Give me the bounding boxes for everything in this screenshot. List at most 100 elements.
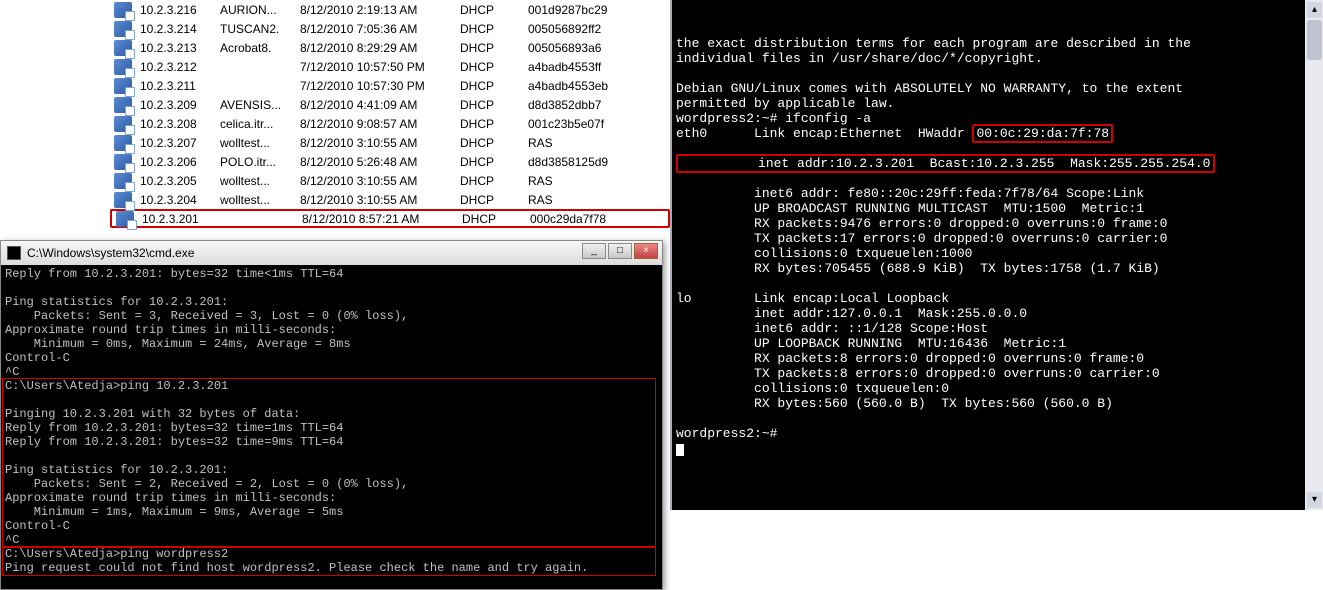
cell-ts: 8/12/2010 5:26:48 AM — [300, 155, 460, 169]
cell-mac: 001c23b5e07f — [528, 117, 648, 131]
terminal-text: the exact distribution terms for each pr… — [676, 36, 1191, 126]
cell-mac: d8d3858125d9 — [528, 155, 648, 169]
cell-ts: 8/12/2010 9:08:57 AM — [300, 117, 460, 131]
eth0-header-line: eth0 Link encap:Ethernet HWaddr 00:0c:29… — [676, 126, 1315, 141]
dhcp-row[interactable]: 10.2.3.207wolltest...8/12/2010 3:10:55 A… — [110, 133, 670, 152]
inet-line: inet addr:10.2.3.201 Bcast:10.2.3.255 Ma… — [676, 156, 1315, 171]
dhcp-row[interactable]: 10.2.3.214TUSCAN2.8/12/2010 7:05:36 AMDH… — [110, 19, 670, 38]
maximize-button[interactable]: □ — [608, 243, 632, 259]
dhcp-row[interactable]: 10.2.3.205wolltest...8/12/2010 3:10:55 A… — [110, 171, 670, 190]
dhcp-leases-list[interactable]: 10.2.3.216AURION...8/12/2010 2:19:13 AMD… — [110, 0, 670, 240]
cell-name: AURION... — [220, 3, 300, 17]
lease-icon — [114, 97, 132, 113]
cell-ts: 7/12/2010 10:57:50 PM — [300, 60, 460, 74]
dhcp-row[interactable]: 10.2.3.204wolltest...8/12/2010 3:10:55 A… — [110, 190, 670, 209]
scroll-down-button[interactable]: ▾ — [1307, 492, 1322, 508]
cell-type: DHCP — [460, 79, 528, 93]
cell-name: TUSCAN2. — [220, 22, 300, 36]
cell-ts: 8/12/2010 3:10:55 AM — [300, 193, 460, 207]
cell-type: DHCP — [460, 136, 528, 150]
cell-name: wolltest... — [220, 174, 300, 188]
cell-ip: 10.2.3.208 — [140, 117, 220, 131]
cell-ts: 8/12/2010 7:05:36 AM — [300, 22, 460, 36]
inet-highlight: inet addr:10.2.3.201 Bcast:10.2.3.255 Ma… — [676, 154, 1215, 173]
cell-ip: 10.2.3.205 — [140, 174, 220, 188]
cell-mac: 005056893a6 — [528, 41, 648, 55]
cell-mac: RAS — [528, 136, 648, 150]
cell-ip: 10.2.3.212 — [140, 60, 220, 74]
cursor — [676, 444, 684, 456]
cell-mac: RAS — [528, 193, 648, 207]
cmd-title-text: C:\Windows\system32\cmd.exe — [27, 246, 194, 260]
dhcp-row[interactable]: 10.2.3.208celica.itr...8/12/2010 9:08:57… — [110, 114, 670, 133]
dhcp-row[interactable]: 10.2.3.212 7/12/2010 10:57:50 PMDHCPa4bad… — [110, 57, 670, 76]
minimize-button[interactable]: _ — [582, 243, 606, 259]
cell-type: DHCP — [460, 98, 528, 112]
cell-ip: 10.2.3.204 — [140, 193, 220, 207]
highlight-box — [2, 378, 656, 548]
lease-icon — [114, 116, 132, 132]
highlight-box — [2, 546, 656, 576]
cell-type: DHCP — [460, 22, 528, 36]
lease-icon — [114, 21, 132, 37]
cell-ts: 8/12/2010 8:29:29 AM — [300, 41, 460, 55]
cell-ip: 10.2.3.201 — [142, 212, 222, 226]
cmd-titlebar[interactable]: C:\Windows\system32\cmd.exe _ □ × — [1, 241, 662, 265]
dhcp-row[interactable]: 10.2.3.206POLO.itr...8/12/2010 5:26:48 A… — [110, 152, 670, 171]
cell-name: wolltest... — [220, 193, 300, 207]
lease-icon — [114, 40, 132, 56]
cell-ts: 8/12/2010 3:10:55 AM — [300, 136, 460, 150]
hwaddr-highlight: 00:0c:29:da:7f:78 — [972, 124, 1113, 143]
cell-ts: 8/12/2010 3:10:55 AM — [300, 174, 460, 188]
lease-icon — [114, 2, 132, 18]
lease-icon — [114, 135, 132, 151]
cmd-icon — [7, 246, 21, 260]
cell-type: DHCP — [460, 60, 528, 74]
cell-name: AVENSIS... — [220, 98, 300, 112]
lease-icon — [114, 78, 132, 94]
cell-name: Acrobat8. — [220, 41, 300, 55]
cell-type: DHCP — [460, 3, 528, 17]
cell-type: DHCP — [462, 212, 530, 226]
lease-icon — [114, 59, 132, 75]
cell-ts: 8/12/2010 4:41:09 AM — [300, 98, 460, 112]
cell-type: DHCP — [460, 174, 528, 188]
close-button[interactable]: × — [634, 243, 658, 259]
cell-mac: d8d3852dbb7 — [528, 98, 648, 112]
dhcp-row[interactable]: 10.2.3.201 8/12/2010 8:57:21 AMDHCP000c29… — [110, 209, 670, 228]
cell-ts: 7/12/2010 10:57:30 PM — [300, 79, 460, 93]
dhcp-row[interactable]: 10.2.3.213Acrobat8.8/12/2010 8:29:29 AMD… — [110, 38, 670, 57]
dhcp-row[interactable]: 10.2.3.2117/12/2010 10:57:30 PMDHCPa4bad… — [110, 76, 670, 95]
cell-ip: 10.2.3.207 — [140, 136, 220, 150]
cell-mac: a4badb4553eb — [528, 79, 648, 93]
scroll-thumb[interactable] — [1307, 20, 1322, 60]
cell-ip: 10.2.3.209 — [140, 98, 220, 112]
cell-name: celica.itr... — [220, 117, 300, 131]
cell-type: DHCP — [460, 193, 528, 207]
cell-ip: 10.2.3.214 — [140, 22, 220, 36]
cell-type: DHCP — [460, 155, 528, 169]
cmd-output[interactable]: Reply from 10.2.3.201: bytes=32 time<1ms… — [1, 265, 662, 589]
cell-mac: RAS — [528, 174, 648, 188]
cell-ip: 10.2.3.216 — [140, 3, 220, 17]
dhcp-row[interactable]: 10.2.3.216AURION...8/12/2010 2:19:13 AMD… — [110, 0, 670, 19]
cell-mac: a4badb4553ff — [528, 60, 648, 74]
lease-icon — [114, 173, 132, 189]
cell-ts: 8/12/2010 2:19:13 AM — [300, 3, 460, 17]
cell-ts: 8/12/2010 8:57:21 AM — [302, 212, 462, 226]
scrollbar[interactable]: ▴ ▾ — [1305, 0, 1323, 510]
lease-icon — [114, 154, 132, 170]
cmd-window: C:\Windows\system32\cmd.exe _ □ × Reply … — [0, 240, 663, 590]
lease-icon — [114, 192, 132, 208]
cell-ip: 10.2.3.213 — [140, 41, 220, 55]
cell-ip: 10.2.3.206 — [140, 155, 220, 169]
linux-terminal[interactable]: the exact distribution terms for each pr… — [670, 0, 1323, 510]
cell-type: DHCP — [460, 41, 528, 55]
terminal-text: inet6 addr: fe80::20c:29ff:feda:7f78/64 … — [676, 186, 1167, 441]
cell-mac: 005056892ff2 — [528, 22, 648, 36]
cell-mac: 000c29da7f78 — [530, 212, 650, 226]
scroll-up-button[interactable]: ▴ — [1307, 2, 1322, 18]
lease-icon — [116, 211, 134, 227]
dhcp-row[interactable]: 10.2.3.209AVENSIS...8/12/2010 4:41:09 AM… — [110, 95, 670, 114]
cell-type: DHCP — [460, 117, 528, 131]
